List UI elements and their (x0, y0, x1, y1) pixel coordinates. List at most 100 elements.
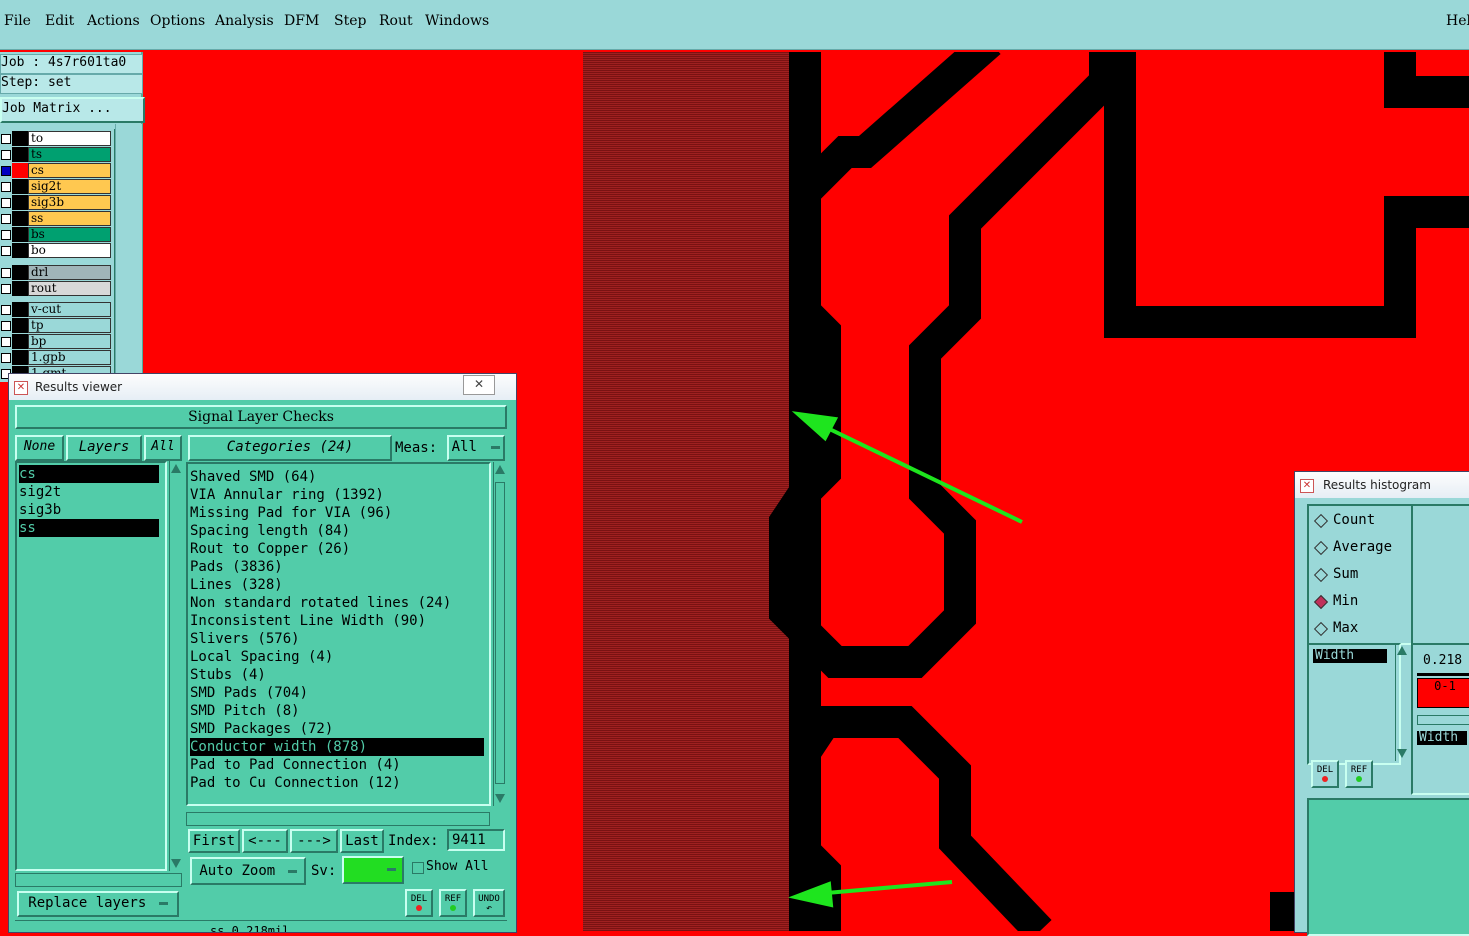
layer-checkbox[interactable] (1, 182, 11, 192)
layer-color-swatch[interactable] (12, 195, 28, 210)
categories-hscroll[interactable] (186, 812, 490, 826)
layer-row-to[interactable]: to (0, 131, 112, 146)
histogram-option-sum[interactable]: Sum (1309, 564, 1407, 584)
layer-checkbox[interactable] (1, 305, 11, 315)
histogram-option-min[interactable]: Min (1309, 591, 1407, 611)
layer-row-sig3b[interactable]: sig3b (0, 195, 112, 210)
layer-row-cs[interactable]: cs (0, 163, 112, 178)
layer-color-swatch[interactable] (12, 211, 28, 226)
show-all-checkbox[interactable] (412, 862, 424, 874)
layer-checkbox[interactable] (1, 166, 11, 176)
replace-layers-dropdown[interactable]: Replace layers (17, 891, 179, 917)
layer-row-bo[interactable]: bo (0, 243, 112, 258)
layer-name[interactable]: 1.gpb (28, 350, 111, 365)
measure-list-item[interactable]: Width (1313, 649, 1387, 663)
layer-name[interactable]: tp (28, 318, 111, 333)
layer-color-swatch[interactable] (12, 350, 28, 365)
histogram-option-average[interactable]: Average (1309, 537, 1407, 557)
layers-hscroll[interactable] (15, 873, 182, 887)
del-button[interactable]: DEL (405, 889, 433, 917)
layer-color-swatch[interactable] (12, 265, 28, 280)
layer-color-swatch[interactable] (12, 318, 28, 333)
layer-row-bs[interactable]: bs (0, 227, 112, 242)
layer-color-swatch[interactable] (12, 179, 28, 194)
layer-color-swatch[interactable] (12, 147, 28, 162)
layer-color-swatch[interactable] (12, 227, 28, 242)
job-matrix-button[interactable]: Job Matrix ... (0, 97, 145, 123)
menu-windows[interactable]: Windows (425, 13, 489, 29)
layer-row-1.gpb[interactable]: 1.gpb (0, 350, 112, 365)
layer-name[interactable]: bo (28, 243, 111, 258)
layer-color-swatch[interactable] (12, 163, 28, 178)
layer-name[interactable]: ts (28, 147, 111, 162)
layer-checkbox[interactable] (1, 214, 11, 224)
layers-vscroll[interactable] (169, 461, 182, 871)
first-button[interactable]: First (188, 829, 240, 853)
layer-checkbox[interactable] (1, 337, 11, 347)
layer-checkbox[interactable] (1, 134, 11, 144)
layer-list-item[interactable]: sig2t (19, 483, 159, 501)
category-item[interactable]: Inconsistent Line Width (90) (190, 612, 484, 630)
hist-del-button[interactable]: DEL (1311, 760, 1339, 788)
category-item[interactable]: Stubs (4) (190, 666, 484, 684)
category-item[interactable]: Conductor width (878) (190, 738, 484, 756)
prev-button[interactable]: <--- (242, 829, 288, 853)
layer-name[interactable]: drl (28, 265, 111, 280)
layer-row-bp[interactable]: bp (0, 334, 112, 349)
layer-color-swatch[interactable] (12, 131, 28, 146)
histogram-option-max[interactable]: Max (1309, 618, 1407, 638)
layer-name[interactable]: ss (28, 211, 111, 226)
layer-checkbox[interactable] (1, 268, 11, 278)
category-item[interactable]: Spacing length (84) (190, 522, 484, 540)
category-item[interactable]: Pad to Cu Connection (12) (190, 774, 484, 792)
layer-name[interactable]: bs (28, 227, 111, 242)
measure-vscroll[interactable] (1395, 643, 1408, 761)
layer-name[interactable]: cs (28, 163, 111, 178)
radio-diamond-icon[interactable] (1313, 567, 1329, 583)
layer-row-drl[interactable]: drl (0, 265, 112, 280)
layer-color-swatch[interactable] (12, 334, 28, 349)
layer-name[interactable]: bp (28, 334, 111, 349)
layer-list-item[interactable]: sig3b (19, 501, 159, 519)
category-item[interactable]: Lines (328) (190, 576, 484, 594)
layer-name[interactable]: to (28, 131, 111, 146)
all-button[interactable]: All (144, 435, 182, 461)
category-item[interactable]: Local Spacing (4) (190, 648, 484, 666)
layer-list-item[interactable]: cs (19, 465, 159, 483)
radio-diamond-icon[interactable] (1313, 540, 1329, 556)
layer-checkbox[interactable] (1, 246, 11, 256)
menu-edit[interactable]: Edit (45, 13, 74, 29)
hist-ref-button[interactable]: REF (1345, 760, 1373, 788)
category-item[interactable]: Rout to Copper (26) (190, 540, 484, 558)
layer-color-swatch[interactable] (12, 302, 28, 317)
category-item[interactable]: Pad to Pad Connection (4) (190, 756, 484, 774)
category-item[interactable]: SMD Pitch (8) (190, 702, 484, 720)
radio-diamond-icon[interactable] (1313, 513, 1329, 529)
auto-zoom-dropdown[interactable]: Auto Zoom (190, 857, 306, 885)
severity-color-dropdown[interactable] (342, 856, 404, 884)
last-button[interactable]: Last (340, 829, 384, 853)
layer-row-sig2t[interactable]: sig2t (0, 179, 112, 194)
layer-checkbox[interactable] (1, 230, 11, 240)
undo-button[interactable]: UNDO ↶ (473, 889, 505, 917)
layer-list-item[interactable]: ss (19, 519, 159, 537)
layer-name[interactable]: v-cut (28, 302, 111, 317)
ref-button[interactable]: REF (439, 889, 467, 917)
category-item[interactable]: SMD Packages (72) (190, 720, 484, 738)
meas-dropdown[interactable]: All (447, 435, 505, 461)
category-item[interactable]: Shaved SMD (64) (190, 468, 484, 486)
menu-dfm[interactable]: DFM (284, 13, 319, 29)
layer-row-v-cut[interactable]: v-cut (0, 302, 112, 317)
menu-help[interactable]: Hel (1446, 13, 1469, 29)
index-input[interactable]: 9411 (447, 829, 505, 851)
category-item[interactable]: Slivers (576) (190, 630, 484, 648)
histogram-bin[interactable]: 0-1 (1417, 678, 1469, 708)
category-item[interactable]: Missing Pad for VIA (96) (190, 504, 484, 522)
category-item[interactable]: VIA Annular ring (1392) (190, 486, 484, 504)
menu-rout[interactable]: Rout (379, 13, 413, 29)
layer-name[interactable]: sig2t (28, 179, 111, 194)
layer-row-ss[interactable]: ss (0, 211, 112, 226)
layer-row-tp[interactable]: tp (0, 318, 112, 333)
layer-color-swatch[interactable] (12, 281, 28, 296)
signal-layer-checks-header[interactable]: Signal Layer Checks (15, 405, 507, 429)
